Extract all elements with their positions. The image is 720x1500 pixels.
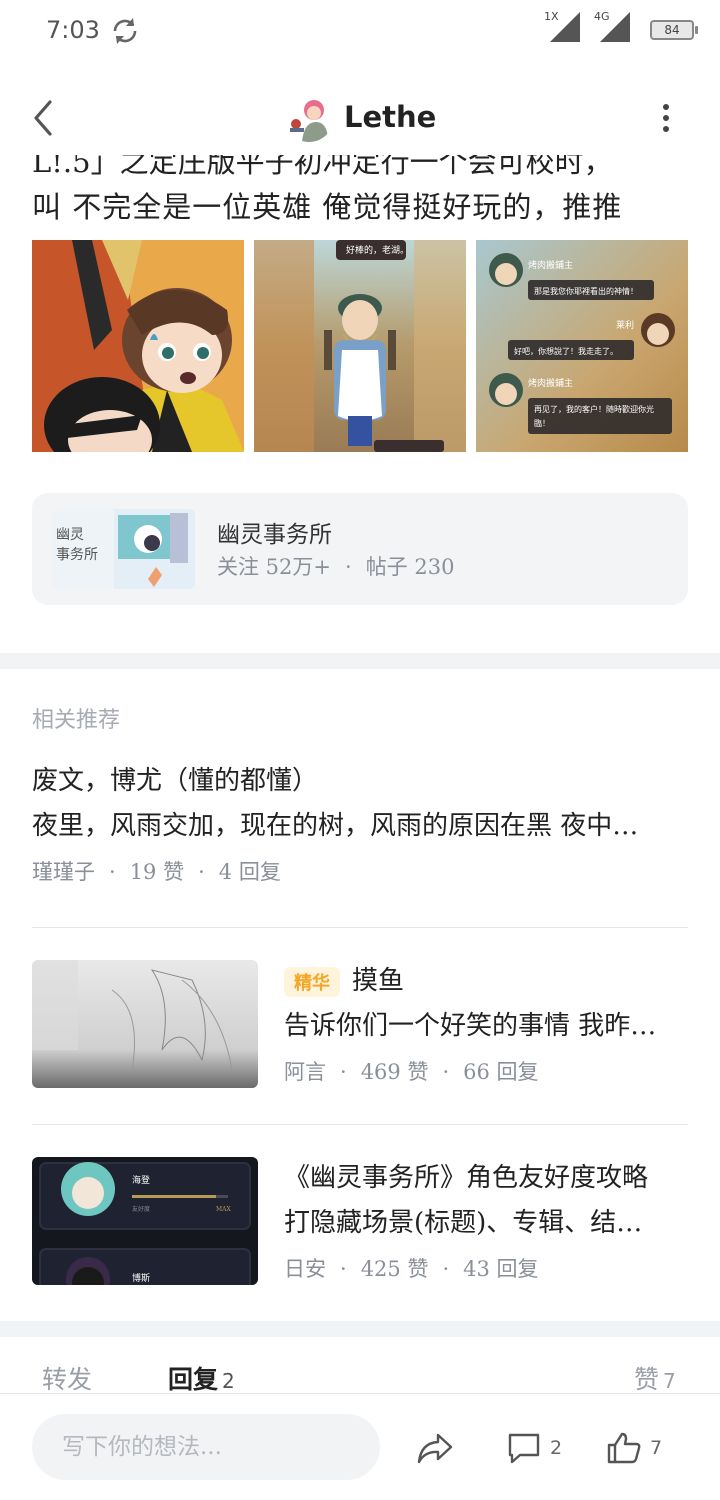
related-item-meta: 瑾瑾子 · 19 赞 · 4 回复	[32, 860, 281, 884]
related-item-body[interactable]: 夜里，风雨交加，现在的树，风雨的原因在黑 夜中…	[32, 805, 688, 842]
thumbs-up-icon	[607, 1432, 641, 1464]
divider	[32, 1124, 688, 1125]
bottom-action-bar: 2 7	[0, 1393, 720, 1500]
forum-followers: 关注 52万+	[217, 555, 331, 579]
svg-text:那是我您你耶裡看出的神情！: 那是我您你耶裡看出的神情！	[534, 286, 638, 296]
comment-button[interactable]: 2	[506, 1430, 562, 1466]
related-item[interactable]: 精华 摸鱼 告诉你们一个好笑的事情 我昨… 阿言 · 469 赞 · 66 回复	[32, 960, 688, 1088]
related-item-title[interactable]: 废文，博尤（懂的都懂）	[32, 760, 688, 797]
svg-text:臨！: 臨！	[534, 418, 550, 428]
related-item-body[interactable]: 打隐藏场景(标题)、专辑、结…	[284, 1202, 688, 1239]
interaction-tabs: 转发 回复 2 赞7	[0, 1360, 720, 1396]
related-item-title[interactable]: 《幽灵事务所》角色友好度攻略	[284, 1157, 688, 1194]
related-item-meta: 日安 · 425 赞 · 43 回复	[284, 1257, 539, 1281]
battery-icon: 84	[650, 20, 698, 40]
related-heading: 相关推荐	[32, 708, 121, 733]
tab-forward[interactable]: 转发	[42, 1360, 92, 1396]
forum-stats: 关注 52万+ · 帖子 230	[217, 555, 455, 579]
avatar[interactable]	[284, 92, 334, 142]
comment-icon	[508, 1433, 540, 1464]
svg-text:再见了，我的客户！随時歡迎你光: 再见了，我的客户！随時歡迎你光	[534, 404, 654, 414]
svg-text:MAX: MAX	[216, 1206, 231, 1213]
svg-text:海登: 海登	[132, 1174, 150, 1186]
status-bar: 7:03 1X 4G 84	[0, 0, 720, 66]
author-name[interactable]: Lethe	[344, 100, 436, 134]
status-time: 7:03	[46, 16, 100, 44]
comic-bubble-top: 好棒的，老湖。	[346, 244, 409, 256]
svg-text:博斯: 博斯	[132, 1272, 150, 1284]
post-text: 叫 不完全是一位英雄 俺觉得挺好玩的，推推	[32, 190, 623, 224]
share-button[interactable]	[416, 1430, 454, 1466]
svg-text:好吧，你想說了！我走走了。: 好吧，你想說了！我走走了。	[514, 346, 618, 356]
section-divider	[0, 1321, 720, 1337]
comment-input[interactable]	[32, 1414, 380, 1480]
svg-text:莱利: 莱利	[616, 319, 634, 331]
related-item-title[interactable]: 精华 摸鱼	[284, 960, 688, 997]
tab-like[interactable]: 赞7	[634, 1360, 676, 1396]
section-divider	[0, 653, 720, 669]
related-item-thumbnail[interactable]	[32, 960, 258, 1088]
app-header: Lethe	[0, 80, 720, 154]
related-item-body[interactable]: 告诉你们一个好笑的事情 我昨…	[284, 1005, 688, 1042]
post-image-row: 好棒的，老湖。 烤肉搬鋪主 那是我您你耶裡看出的神情！ 莱利 好吧，你想說了！我…	[32, 240, 688, 452]
svg-text:事务所: 事务所	[56, 547, 98, 563]
post-image-3[interactable]: 烤肉搬鋪主 那是我您你耶裡看出的神情！ 莱利 好吧，你想說了！我走走了。 烤肉搬…	[476, 240, 688, 452]
author-info[interactable]: Lethe	[284, 92, 436, 142]
more-options-icon[interactable]	[652, 98, 680, 138]
post-image-1[interactable]	[32, 240, 244, 452]
signal-icon: 1X	[544, 10, 582, 42]
share-icon	[417, 1433, 453, 1464]
post-image-2[interactable]: 好棒的，老湖。	[254, 240, 466, 452]
related-item-meta: 阿言 · 469 赞 · 66 回复	[284, 1060, 539, 1084]
svg-text:烤肉搬鋪主: 烤肉搬鋪主	[528, 377, 573, 389]
svg-text:幽灵: 幽灵	[56, 527, 84, 543]
forum-thumbnail: 幽灵 事务所	[52, 509, 195, 589]
post-text-clipped: L!.5」之定庄版平子初冲定行一个会可校时，	[32, 155, 613, 177]
related-item-thumbnail[interactable]: 海登 友好度 MAX 博斯	[32, 1157, 258, 1285]
sync-icon	[113, 18, 137, 44]
related-item[interactable]: 海登 友好度 MAX 博斯 《幽灵事务所》角色友好度攻略 打隐藏场景(标题)、专…	[32, 1157, 688, 1285]
divider	[32, 927, 688, 928]
tab-reply[interactable]: 回复 2	[168, 1360, 235, 1396]
featured-badge: 精华	[284, 967, 340, 997]
svg-text:烤肉搬鋪主: 烤肉搬鋪主	[528, 259, 573, 271]
forum-posts: 帖子 230	[365, 555, 455, 579]
related-item[interactable]: 废文，博尤（懂的都懂） 夜里，风雨交加，现在的树，风雨的原因在黑 夜中… 瑾瑾子…	[32, 760, 688, 886]
like-button[interactable]: 7	[606, 1430, 662, 1466]
svg-text:友好度: 友好度	[132, 1205, 150, 1213]
signal-4g-icon: 4G	[594, 10, 632, 42]
forum-name[interactable]: 幽灵事务所	[217, 515, 332, 549]
back-arrow-icon[interactable]	[28, 98, 62, 138]
comment-count: 2	[550, 1437, 563, 1459]
like-count: 7	[650, 1437, 663, 1459]
forum-card[interactable]: 幽灵 事务所 幽灵事务所 关注 52万+ · 帖子 230	[32, 493, 688, 605]
